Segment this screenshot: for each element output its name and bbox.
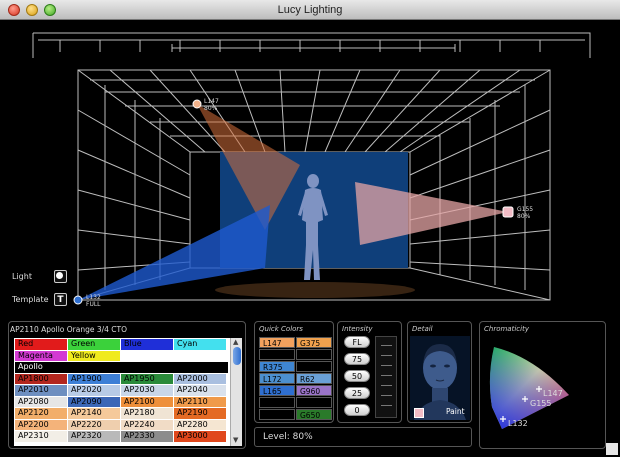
template-t-icon: T (57, 294, 64, 305)
gel-swatch[interactable]: AP2110 (174, 396, 226, 407)
gel-swatch[interactable]: AP2010 (15, 385, 67, 396)
quick-color-swatch[interactable]: G960 (296, 385, 332, 396)
gel-swatch[interactable]: AP2080 (15, 396, 67, 407)
template-button[interactable]: T (54, 293, 67, 306)
light-toggle-button[interactable] (54, 270, 67, 283)
fixture-g155-icon (502, 206, 514, 218)
selected-gel-label: AP2110 Apollo Orange 3/4 CTO (10, 325, 128, 334)
quick-color-swatch[interactable] (296, 397, 332, 408)
stage-view[interactable]: L147 80% G155 80% L132 FULL Light Templa… (0, 20, 620, 320)
gel-swatch[interactable]: AP2000 (174, 373, 226, 384)
gel-swatch[interactable]: AP2020 (68, 385, 120, 396)
light-label: Light (12, 272, 32, 281)
scroll-down-arrow-icon[interactable]: ▼ (233, 436, 238, 444)
scroll-up-arrow-icon[interactable]: ▲ (233, 338, 238, 346)
intensity-preset-button[interactable]: 50 (344, 370, 370, 382)
chroma-point-l147: L147 (543, 389, 563, 398)
gel-list[interactable]: Red Green Blue Cyan Magenta Yellow Apollo AP180… (14, 338, 242, 446)
gel-swatch[interactable]: AP1800 (15, 373, 67, 384)
quick-color-swatch[interactable]: L172 (259, 373, 295, 384)
gel-swatch[interactable]: AP2200 (15, 419, 67, 430)
quick-color-swatch[interactable] (296, 361, 332, 372)
quick-colors-grid[interactable]: L147 G375 R375 L172 R62 L165 G960 G650 (259, 337, 333, 421)
intensity-preset-button[interactable]: 75 (344, 353, 370, 365)
title-bar: Lucy Lighting (0, 0, 620, 20)
gel-swatch[interactable]: AP2190 (174, 408, 226, 419)
fixture-l147-icon (192, 99, 202, 109)
quick-color-swatch[interactable]: G650 (296, 409, 332, 420)
light-l147-level: 80% (204, 105, 218, 112)
intensity-preset-button[interactable]: 25 (344, 387, 370, 399)
scroll-thumb[interactable] (233, 347, 241, 365)
fixture-l132-icon (73, 295, 83, 305)
gel-manufacturer-header: Apollo (15, 362, 228, 373)
light-circle-icon (56, 272, 63, 279)
chromaticity-panel: Chromaticity L147 G155 L132 (479, 321, 606, 449)
gel-swatch[interactable]: AP2220 (68, 419, 120, 430)
chromaticity-title: Chromaticity (484, 325, 529, 333)
quick-color-swatch[interactable]: L165 (259, 385, 295, 396)
template-label: Template (12, 295, 49, 304)
chroma-point-l132: L132 (508, 419, 528, 428)
gel-swatch[interactable]: AP2320 (68, 431, 120, 442)
intensity-fader[interactable] (375, 336, 397, 418)
level-readout: Level: 80% (254, 427, 472, 447)
paint-label[interactable]: Paint (446, 407, 465, 416)
gel-basic-swatch[interactable]: Yellow (68, 350, 120, 361)
gel-swatch[interactable]: AP2030 (121, 385, 173, 396)
resize-grip-icon[interactable] (606, 443, 618, 455)
intensity-title: Intensity (342, 325, 373, 333)
light-l132-level: FULL (86, 301, 101, 308)
gel-swatch[interactable]: AP2140 (68, 408, 120, 419)
gel-swatch[interactable]: AP2280 (174, 419, 226, 430)
quick-colors-title: Quick Colors (259, 325, 303, 333)
gel-swatch[interactable]: AP2090 (68, 396, 120, 407)
gel-swatch[interactable]: AP2040 (174, 385, 226, 396)
quick-color-swatch[interactable] (259, 409, 295, 420)
quick-color-swatch[interactable]: R375 (259, 361, 295, 372)
quick-color-swatch[interactable] (296, 349, 332, 360)
detail-title: Detail (412, 325, 433, 333)
chroma-point-g155: G155 (530, 399, 552, 408)
gel-scrollbar[interactable]: ▲ ▼ (230, 338, 242, 446)
gel-basic-swatch[interactable]: Blue (121, 339, 173, 350)
gel-swatch[interactable]: AP2310 (15, 431, 67, 442)
light-g155-level: 80% (517, 213, 531, 220)
intensity-preset-button[interactable]: 0 (344, 404, 370, 416)
quick-color-swatch[interactable] (259, 397, 295, 408)
paint-swatch[interactable] (414, 408, 424, 418)
quick-color-swatch[interactable]: L147 (259, 337, 295, 348)
gel-basic-swatch[interactable]: Red (15, 339, 67, 350)
quick-color-swatch[interactable] (259, 349, 295, 360)
gel-basic-swatch[interactable]: Cyan (174, 339, 226, 350)
gel-swatch[interactable]: AP2330 (121, 431, 173, 442)
quick-color-swatch[interactable]: R62 (296, 373, 332, 384)
gel-swatch[interactable]: AP2240 (121, 419, 173, 430)
stage-wireframe (32, 32, 591, 305)
quick-color-swatch[interactable]: G375 (296, 337, 332, 348)
gel-basic-swatch[interactable]: Green (68, 339, 120, 350)
gel-basic-swatch[interactable]: Magenta (15, 350, 67, 361)
gel-swatch[interactable]: AP2180 (121, 408, 173, 419)
gel-swatch[interactable]: AP2100 (121, 396, 173, 407)
detail-panel: Detail Paint (407, 321, 472, 423)
gel-swatch[interactable]: AP2120 (15, 408, 67, 419)
gel-swatch[interactable]: AP1900 (68, 373, 120, 384)
gel-swatch[interactable]: AP1950 (121, 373, 173, 384)
gel-swatch[interactable]: AP3000 (174, 431, 226, 442)
chromaticity-diagram[interactable] (484, 337, 594, 445)
intensity-preset-button[interactable]: FL (344, 336, 370, 348)
beam-g155 (355, 182, 508, 245)
window-title: Lucy Lighting (277, 4, 343, 16)
